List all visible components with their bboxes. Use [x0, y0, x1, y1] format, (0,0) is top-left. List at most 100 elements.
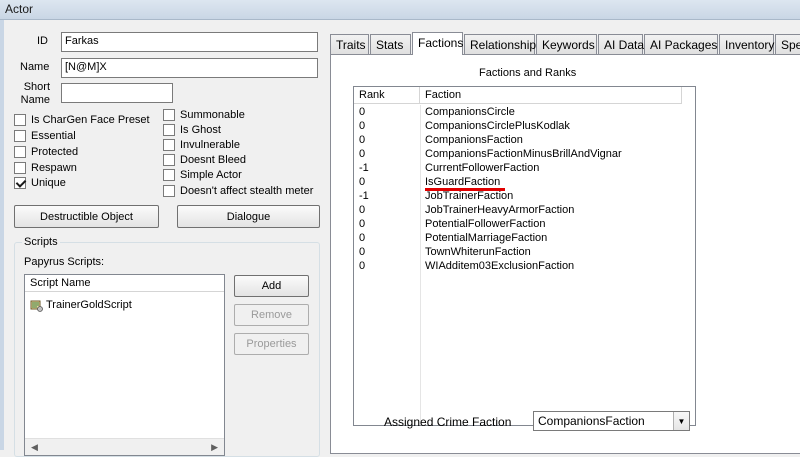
faction-rank: 0	[359, 218, 366, 230]
checkbox-label: Is Ghost	[180, 124, 221, 136]
faction-name: CompanionsFaction	[425, 134, 523, 146]
faction-rank: 0	[359, 148, 366, 160]
faction-name: CompanionsCirclePlusKodlak	[425, 120, 570, 132]
tab-stats[interactable]: Stats	[370, 34, 411, 54]
faction-rank: 0	[359, 120, 366, 132]
highlight-underline	[425, 188, 505, 191]
faction-row[interactable]: -1 CurrentFollowerFaction	[354, 162, 695, 176]
tab-keywords[interactable]: Keywords	[536, 34, 597, 54]
crime-faction-select[interactable]: CompanionsFaction ▼	[533, 411, 690, 431]
faction-row[interactable]: 0 TownWhiterunFaction	[354, 246, 695, 260]
tab-traits[interactable]: Traits	[330, 34, 369, 54]
checkbox-label: Unique	[31, 177, 66, 189]
faction-row[interactable]: 0 WIAdditem03ExclusionFaction	[354, 260, 695, 274]
scripts-hscrollbar[interactable]: ◀ ▶	[25, 438, 224, 455]
script-scroll-icon	[29, 298, 43, 312]
script-row[interactable]: TrainerGoldScript	[29, 298, 132, 312]
checkbox-box[interactable]	[163, 124, 175, 136]
script-name-header-text: Script Name	[30, 277, 91, 289]
checkbox-box[interactable]	[163, 139, 175, 151]
window-title: Actor	[5, 2, 34, 16]
faction-name: TownWhiterunFaction	[425, 246, 531, 258]
papyrus-scripts-label: Papyrus Scripts:	[24, 256, 105, 268]
tab-ai-data[interactable]: AI Data	[598, 34, 644, 54]
scroll-left-icon[interactable]: ◀	[31, 442, 38, 453]
faction-row[interactable]: 0 CompanionsFactionMinusBrillAndVignar	[354, 148, 695, 162]
checkbox-box[interactable]	[14, 114, 26, 126]
scroll-right-icon[interactable]: ▶	[211, 442, 218, 453]
checkbox-respawn[interactable]: Respawn	[14, 162, 77, 174]
faction-name: WIAdditem03ExclusionFaction	[425, 260, 575, 272]
checkbox-protected[interactable]: Protected	[14, 146, 78, 158]
scripts-group-title: Scripts	[22, 236, 60, 248]
checkbox-is-ghost[interactable]: Is Ghost	[163, 124, 221, 136]
remove-script-button[interactable]: Remove	[234, 304, 309, 326]
checkbox-box[interactable]	[14, 146, 26, 158]
properties-button[interactable]: Properties	[234, 333, 309, 355]
short-name-label-line1: Short	[23, 81, 50, 93]
faction-rank: 0	[359, 204, 366, 216]
destructible-object-button[interactable]: Destructible Object	[14, 205, 159, 228]
checkbox-label: Doesn't affect stealth meter	[180, 185, 314, 197]
rank-column-header[interactable]: Rank	[354, 87, 420, 104]
checkbox-box[interactable]	[163, 109, 175, 121]
factions-list[interactable]: Rank Faction 0 CompanionsCircle 0 Companion…	[353, 86, 696, 426]
checkbox-doesnt-bleed[interactable]: Doesnt Bleed	[163, 154, 246, 166]
id-field[interactable]: Farkas	[61, 32, 318, 52]
faction-column-header[interactable]: Faction	[420, 87, 682, 104]
faction-row[interactable]: 0 PotentialFollowerFaction	[354, 218, 695, 232]
tab-strip: Traits Stats Factions Relationships Keywords…	[330, 32, 800, 55]
faction-row[interactable]: 0 CompanionsCirclePlusKodlak	[354, 120, 695, 134]
checkbox-box[interactable]	[163, 185, 175, 197]
window-titlebar[interactable]: Actor	[0, 0, 800, 20]
checkbox-essential[interactable]: Essential	[14, 130, 76, 142]
crime-faction-value: CompanionsFaction	[538, 414, 645, 428]
checkbox-box[interactable]	[163, 154, 175, 166]
checkbox-label: Is CharGen Face Preset	[31, 114, 150, 126]
checkbox-label: Respawn	[31, 162, 77, 174]
checkbox-doesn-t-affect-stealth-meter[interactable]: Doesn't affect stealth meter	[163, 185, 313, 197]
faction-name: PotentialMarriageFaction	[425, 232, 548, 244]
name-field[interactable]: [N@M]X	[61, 58, 318, 78]
tab-spe[interactable]: Spe	[775, 34, 800, 54]
checkbox-box[interactable]	[14, 130, 26, 142]
faction-row[interactable]: -1 JobTrainerFaction	[354, 190, 695, 204]
name-label: Name	[20, 61, 50, 73]
faction-rank: 0	[359, 176, 366, 188]
tab-inventory[interactable]: Inventory	[719, 34, 774, 54]
checkbox-is-chargen-face-preset[interactable]: Is CharGen Face Preset	[14, 114, 150, 126]
checkbox-label: Invulnerable	[180, 139, 240, 151]
add-script-button[interactable]: Add	[234, 275, 309, 297]
chevron-down-icon[interactable]: ▼	[673, 412, 689, 430]
checkbox-unique[interactable]: Unique	[14, 177, 66, 189]
faction-rank: 0	[359, 260, 366, 272]
script-name-column-header[interactable]: Script Name	[25, 275, 224, 292]
faction-row[interactable]: 0 JobTrainerHeavyArmorFaction	[354, 204, 695, 218]
scripts-list[interactable]: Script Name TrainerGoldScript ◀ ▶	[24, 274, 225, 456]
faction-row[interactable]: 0 CompanionsFaction	[354, 134, 695, 148]
faction-name: CurrentFollowerFaction	[425, 162, 540, 174]
checkbox-label: Doesnt Bleed	[180, 154, 247, 166]
factions-title: Factions and Ranks	[479, 67, 577, 79]
checkbox-invulnerable[interactable]: Invulnerable	[163, 139, 240, 151]
dialogue-button[interactable]: Dialogue	[177, 205, 320, 228]
faction-row[interactable]: 0 PotentialMarriageFaction	[354, 232, 695, 246]
window-frame	[0, 20, 4, 450]
faction-rank: 0	[359, 134, 366, 146]
checkbox-box[interactable]	[14, 177, 26, 189]
checkbox-simple-actor[interactable]: Simple Actor	[163, 169, 242, 181]
checkbox-summonable[interactable]: Summonable	[163, 109, 245, 121]
rank-header-text: Rank	[359, 89, 385, 101]
tab-relationships[interactable]: Relationships	[464, 34, 542, 54]
faction-row[interactable]: 0 IsGuardFaction	[354, 176, 695, 190]
tab-factions[interactable]: Factions	[412, 32, 463, 55]
faction-row[interactable]: 0 CompanionsCircle	[354, 106, 695, 120]
faction-name: CompanionsFactionMinusBrillAndVignar	[425, 148, 622, 160]
checkbox-box[interactable]	[163, 169, 175, 181]
script-name: TrainerGoldScript	[46, 299, 132, 311]
assigned-crime-faction-label: Assigned Crime Faction	[384, 415, 512, 429]
tab-ai-packages[interactable]: AI Packages	[644, 34, 718, 54]
short-name-field[interactable]	[61, 83, 173, 103]
checkbox-box[interactable]	[14, 162, 26, 174]
faction-name: PotentialFollowerFaction	[425, 218, 546, 230]
